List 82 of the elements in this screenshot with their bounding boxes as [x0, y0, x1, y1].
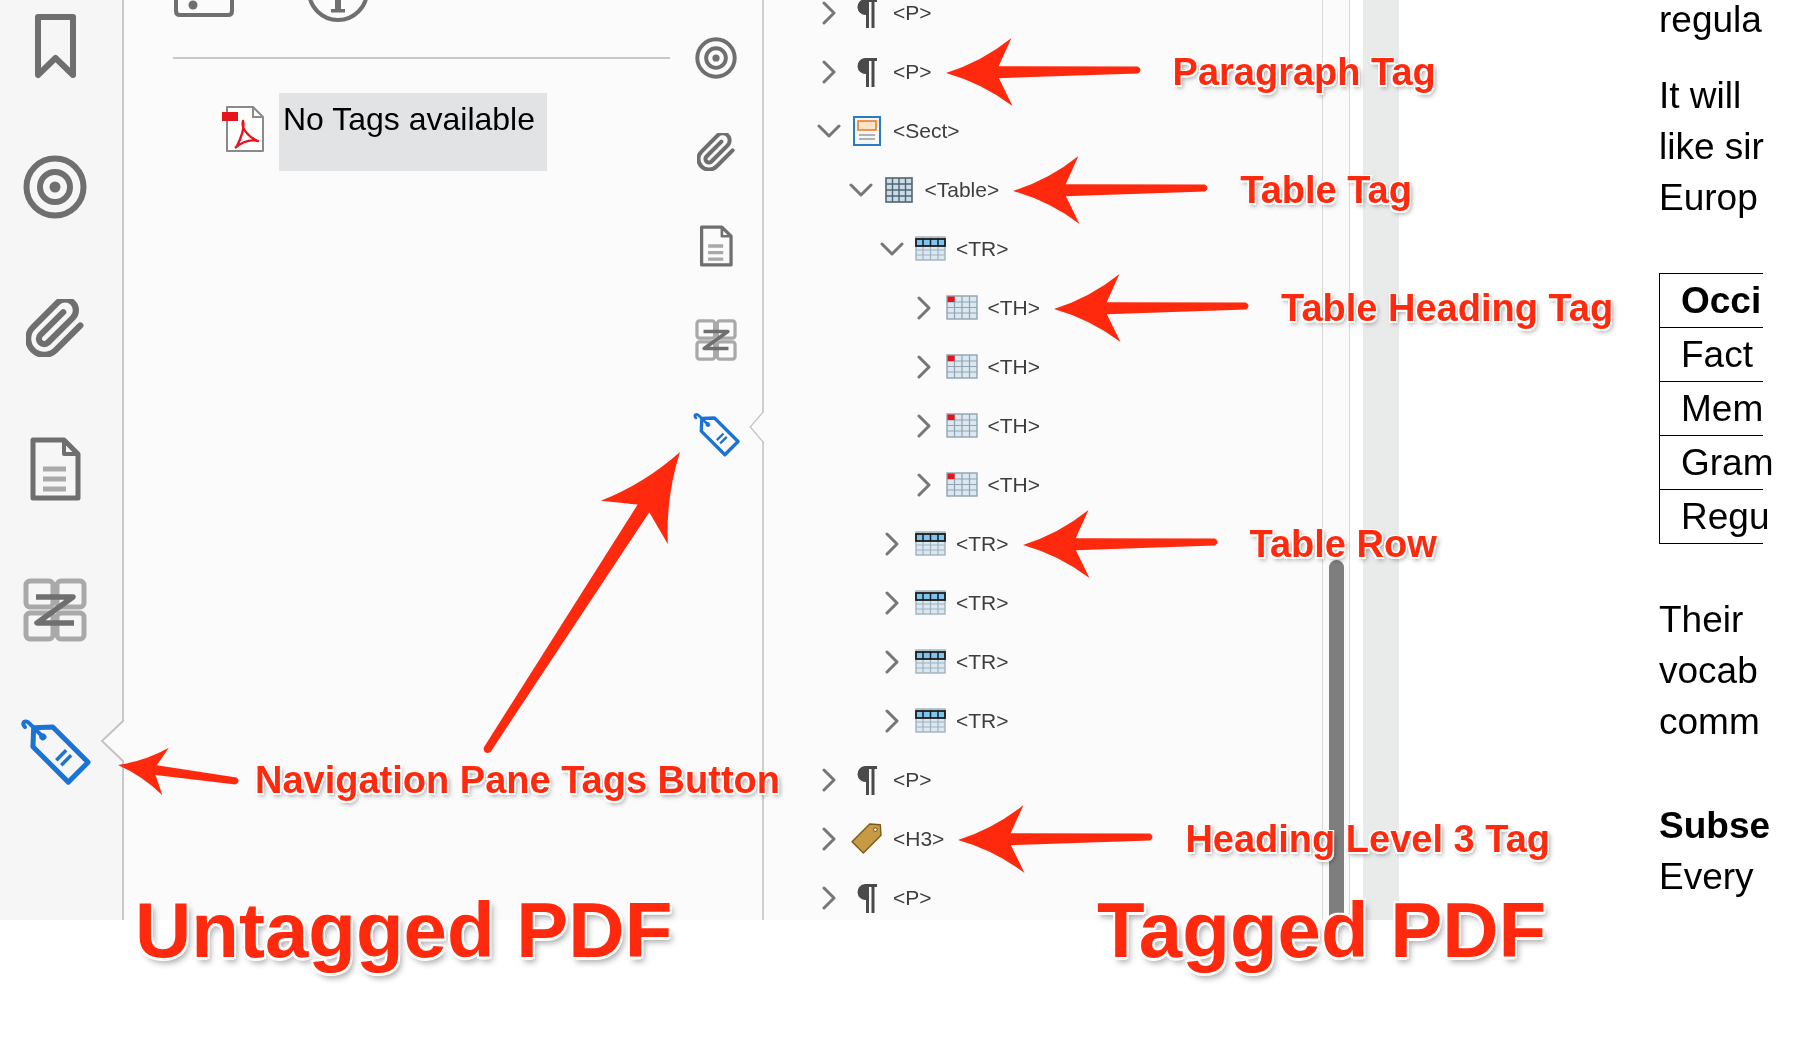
tree-item[interactable]: <P>: [893, 767, 932, 792]
text-line: regula: [1659, 0, 1762, 40]
table-row-icon: [914, 708, 946, 733]
table-header-cell-icon: [945, 295, 978, 320]
z-grid-icon[interactable]: [23, 578, 87, 642]
tree-item[interactable]: No Tags available: [279, 93, 547, 171]
chevron-right-icon[interactable]: [916, 472, 931, 497]
tree-item[interactable]: <P>: [893, 59, 932, 84]
page-icon[interactable]: [699, 225, 733, 267]
table-row-icon: [914, 590, 946, 615]
table-cell: Regu: [1681, 494, 1770, 539]
pilcrow-icon: [856, 0, 878, 28]
tree-item[interactable]: <TH>: [987, 295, 1041, 320]
chevron-right-icon[interactable]: [885, 649, 899, 674]
chevron-right-icon[interactable]: [885, 708, 899, 733]
paperclip-icon[interactable]: [26, 299, 84, 357]
callout-label: Table Row: [1249, 522, 1437, 565]
callout-label: Navigation Pane Tags Button: [255, 759, 780, 801]
callout-label: Paragraph Tag: [1172, 50, 1436, 93]
tree-item[interactable]: <TH>: [987, 354, 1041, 379]
table-row-icon: [914, 531, 946, 556]
chevron-right-icon[interactable]: [822, 0, 836, 25]
pilcrow-icon: [856, 56, 878, 87]
tree-item[interactable]: <TR>: [956, 590, 1009, 615]
table-header-cell-icon: [945, 354, 978, 379]
callout-label: Table Tag: [1240, 168, 1412, 211]
callout-label: Heading Level 3 Tag: [1185, 817, 1550, 860]
table-header-cell-icon: [945, 472, 978, 497]
chevron-down-icon[interactable]: [880, 241, 904, 256]
table-header-cell: Occi: [1681, 278, 1762, 323]
tree-item[interactable]: <H3>: [893, 826, 945, 851]
table-grid-icon: [884, 176, 913, 203]
table-cell: Fact: [1681, 332, 1753, 377]
tag-icon: [850, 822, 884, 855]
pilcrow-icon: [856, 882, 878, 913]
text-line: Every: [1659, 855, 1754, 899]
chevron-right-icon[interactable]: [822, 59, 836, 84]
callout-label: Table Heading Tag: [1281, 286, 1614, 329]
tree-item[interactable]: <TR>: [956, 531, 1009, 556]
tree-item[interactable]: <TR>: [956, 236, 1009, 261]
tree-item[interactable]: <P>: [893, 0, 932, 25]
table-row-icon: [914, 236, 946, 261]
heading-text: Subse: [1659, 804, 1771, 848]
chevron-right-icon[interactable]: [822, 885, 836, 910]
chevron-right-icon[interactable]: [916, 354, 931, 379]
text-line: vocab: [1659, 649, 1758, 693]
tag-icon[interactable]: [692, 410, 740, 458]
text-line: like sir: [1659, 125, 1764, 169]
target-icon[interactable]: [23, 155, 87, 219]
pilcrow-icon: [856, 764, 878, 795]
text-line: It will: [1659, 74, 1742, 118]
bookmark-icon[interactable]: [33, 12, 77, 80]
tree-item[interactable]: <TR>: [956, 649, 1009, 674]
table-cell: Mem: [1681, 386, 1764, 431]
page-icon[interactable]: [29, 437, 81, 501]
chevron-right-icon[interactable]: [822, 767, 836, 792]
chevron-down-icon[interactable]: [817, 123, 841, 138]
frame-icon[interactable]: [174, 0, 234, 17]
chevron-right-icon[interactable]: [885, 590, 899, 615]
z-grid-icon[interactable]: [695, 319, 737, 361]
chevron-right-icon[interactable]: [885, 531, 899, 556]
tree-item[interactable]: <TR>: [956, 708, 1009, 733]
info-icon[interactable]: [307, 0, 369, 22]
tree-item[interactable]: <TH>: [987, 413, 1041, 438]
pdf-file-icon: [221, 105, 265, 153]
page-icon: [853, 115, 881, 146]
chevron-down-icon[interactable]: [848, 182, 873, 197]
paperclip-icon[interactable]: [697, 133, 735, 171]
table-row-icon: [914, 649, 946, 674]
tree-item[interactable]: <TH>: [987, 472, 1041, 497]
text-line: comm: [1659, 700, 1760, 744]
text-line: Europ: [1659, 176, 1758, 220]
tree-item[interactable]: <Table>: [924, 177, 1000, 202]
chevron-right-icon[interactable]: [916, 413, 931, 438]
target-icon[interactable]: [695, 37, 737, 79]
tree-item[interactable]: <Sect>: [893, 118, 960, 143]
chevron-right-icon[interactable]: [916, 295, 931, 320]
text-line: Their: [1659, 598, 1744, 642]
tree-item[interactable]: <P>: [893, 885, 932, 910]
chevron-right-icon[interactable]: [822, 826, 836, 851]
table-cell: Gram: [1681, 440, 1774, 485]
table-header-cell-icon: [945, 413, 978, 438]
